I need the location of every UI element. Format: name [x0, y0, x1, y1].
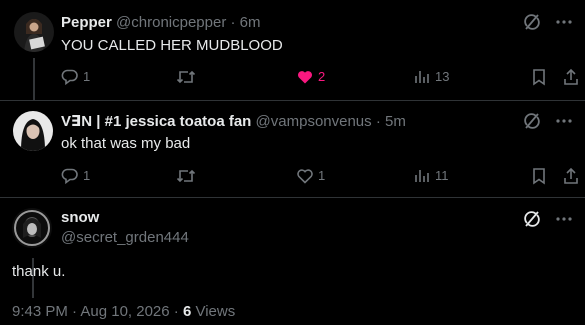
heart-icon — [296, 167, 314, 185]
more-icon[interactable] — [555, 112, 573, 130]
post-time[interactable]: 6m — [240, 14, 261, 31]
separator-dot: · — [230, 14, 236, 31]
repost-icon — [176, 167, 196, 185]
like-count: 2 — [318, 69, 326, 84]
views-label: Views — [191, 303, 236, 320]
post-text: thank u. — [12, 263, 66, 280]
author-handle[interactable]: @secret_grden444 — [61, 228, 189, 248]
author-name[interactable]: Pepper — [61, 14, 112, 31]
views-button[interactable]: 11 — [413, 167, 449, 185]
post-metadata: 9:43 PM · Aug 10, 2026 · 6 Views — [12, 302, 235, 322]
reply-icon — [61, 68, 79, 86]
post-top-actions — [523, 13, 573, 31]
separator-dot: · — [375, 113, 381, 130]
reply-post[interactable]: Pepper @chronicpepper · 6m YOU CALLED HE… — [0, 0, 585, 101]
post-top-actions — [523, 210, 573, 228]
post-time[interactable]: 5m — [385, 113, 406, 130]
grok-icon[interactable] — [523, 210, 541, 228]
like-count: 1 — [318, 168, 326, 183]
author-handle[interactable]: @vampsonvenus — [256, 113, 372, 130]
reply-count: 1 — [83, 69, 91, 84]
more-icon[interactable] — [555, 13, 573, 31]
post-text: YOU CALLED HER MUDBLOOD — [61, 37, 283, 54]
post-top-actions — [523, 112, 573, 130]
heart-icon — [296, 68, 314, 86]
reply-post[interactable]: V∃N | #1 jessica toatoa fan @vampsonvenu… — [0, 101, 585, 298]
main-post: snow @secret_grden444 thank u. 9:43 PM ·… — [0, 198, 585, 325]
avatar[interactable] — [13, 111, 53, 151]
share-icon — [562, 68, 580, 86]
post-header: V∃N | #1 jessica toatoa fan @vampsonvenu… — [61, 112, 406, 132]
author-name[interactable]: V∃N | #1 jessica toatoa fan — [61, 113, 251, 130]
view-count: 11 — [435, 168, 449, 183]
post-actions: 1 2 13 — [61, 68, 578, 88]
grok-icon[interactable] — [523, 112, 541, 130]
bookmark-button[interactable] — [530, 167, 548, 185]
reply-button[interactable]: 1 — [61, 167, 90, 185]
like-button[interactable]: 1 — [296, 167, 325, 185]
share-button[interactable] — [562, 68, 580, 86]
reply-icon — [61, 167, 79, 185]
views-icon — [413, 167, 431, 185]
grok-icon[interactable] — [523, 13, 541, 31]
repost-icon — [176, 68, 196, 86]
repost-button[interactable] — [176, 167, 200, 185]
share-button[interactable] — [562, 167, 580, 185]
author-name[interactable]: snow — [61, 208, 99, 228]
views-icon — [413, 68, 431, 86]
author-handle[interactable]: @chronicpepper — [116, 14, 226, 31]
views-button[interactable]: 13 — [413, 68, 449, 86]
post-datetime[interactable]: 9:43 PM · Aug 10, 2026 · — [12, 303, 183, 320]
share-icon — [562, 167, 580, 185]
bookmark-icon — [530, 167, 548, 185]
post-actions: 1 1 11 — [61, 167, 578, 187]
view-count: 13 — [435, 69, 450, 84]
post-text: ok that was my bad — [61, 135, 191, 152]
reply-button[interactable]: 1 — [61, 68, 90, 86]
avatar[interactable] — [12, 208, 52, 248]
bookmark-button[interactable] — [530, 68, 548, 86]
repost-button[interactable] — [176, 68, 200, 86]
bookmark-icon — [530, 68, 548, 86]
avatar[interactable] — [14, 12, 54, 52]
post-header: Pepper @chronicpepper · 6m — [61, 13, 261, 33]
more-icon[interactable] — [555, 210, 573, 228]
conversation-thread: Pepper @chronicpepper · 6m YOU CALLED HE… — [0, 0, 585, 325]
reply-count: 1 — [83, 168, 91, 183]
like-button[interactable]: 2 — [296, 68, 325, 86]
thread-connector-line — [33, 58, 35, 100]
